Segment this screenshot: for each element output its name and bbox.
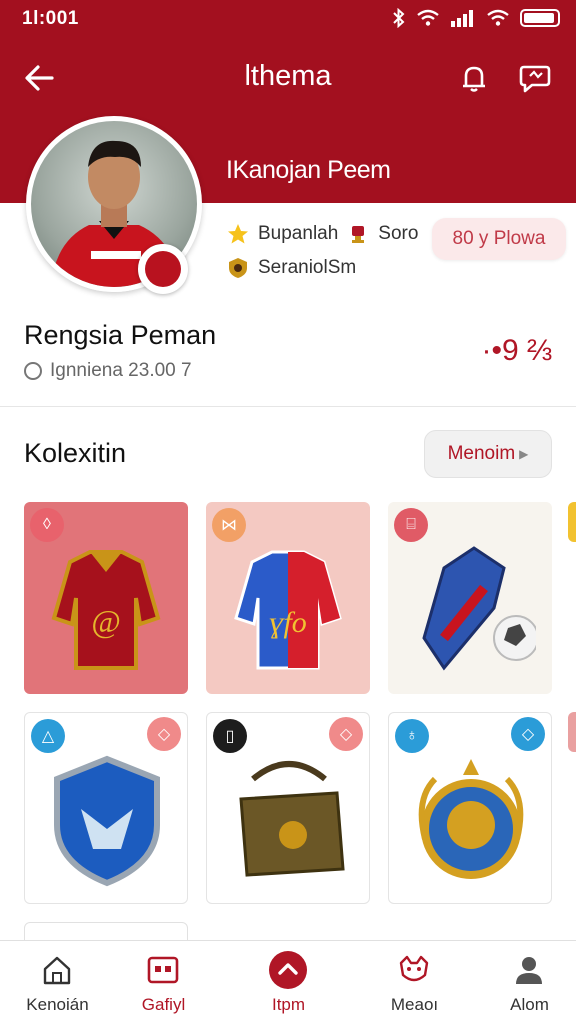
follow-button[interactable]: 80 y Plowa [432,218,566,260]
divider [0,406,576,407]
gallery-icon [147,956,179,984]
bag-image [239,761,345,877]
profile-tags: Bupanlah Soro [226,222,418,246]
trophy-icon [352,226,365,243]
collection-item-football-boot[interactable]: ⌸ [388,502,552,694]
home-icon [43,956,71,985]
football-boot-image [422,546,536,671]
profile-tag-2: Soro [378,223,419,244]
signal-icon [451,10,473,27]
collection-item-red-gold-jersey[interactable]: ◊ @ [24,502,188,694]
collection-item-partial-2[interactable] [568,712,576,752]
blue-shield-image [54,755,160,887]
status-icons [392,8,560,28]
nav-home[interactable]: Kenoián [0,941,115,1024]
star-icon [228,224,248,244]
collection-item-red-blue-jersey[interactable]: ⋈ ɣfo [206,502,370,694]
club-badge [138,244,188,294]
person-icon [516,957,542,984]
battery-icon [520,9,560,27]
nav-profile-label: Alom [510,995,549,1014]
red-gold-jersey-image: @ [51,550,161,670]
crest-icon [229,258,247,278]
see-more-label: Menoim [447,443,516,464]
nav-items[interactable]: Itpm [231,941,346,1024]
mascot-icon [399,955,429,982]
collection-item-partial[interactable] [568,502,576,542]
profile-tag-1: Bupanlah [258,223,339,244]
status-time: 1l:001 [22,8,79,29]
notification-bell-icon[interactable] [458,62,490,94]
section-title: Rengsia Peman [24,320,217,350]
svg-text:@: @ [91,603,120,639]
profile-tags-row2: SeraniolSm [226,256,356,280]
nav-home-label: Kenoián [26,995,89,1014]
section-subtitle-text: Ignniena 23.00 7 [50,360,192,381]
section-subtitle: Ignniena 23.00 7 [24,360,192,382]
nav-gallery-label: Gafiyl [141,995,186,1014]
see-more-button[interactable]: Menoim ▶ [424,430,552,478]
chevron-right-icon: ▶ [519,447,529,461]
svg-text:ɣfo: ɣfo [269,606,307,639]
nav-items-label: Itpm [271,995,306,1014]
nav-mascot-label: Meaoı [390,995,439,1014]
up-arrow-icon [269,951,307,989]
red-blue-jersey-image: ɣfo [234,550,342,670]
wifi-icon [417,9,439,26]
profile-name: IKanojan Peem [226,156,391,184]
status-bar: 1l:001 [0,0,576,36]
collection-title: Kolexitin [24,438,127,468]
chat-icon[interactable] [518,62,552,94]
navigation-bar: lthema [0,50,576,106]
lion-crest-image [418,759,524,879]
collection-item-bag[interactable]: ▯ ◇ [206,712,370,904]
bottom-navigation: Kenoián Gafiyl Itpm Meaoı Alom [0,940,576,1024]
wifi-alt-icon [487,9,509,26]
score-value: ·•9 ⅔ [481,334,552,367]
profile-tag-3: SeraniolSm [258,257,357,278]
nav-mascot[interactable]: Meaoı [357,941,472,1024]
nav-profile[interactable]: Alom [472,941,576,1024]
collection-item-blue-shield[interactable]: △ ◇ [24,712,188,904]
bluetooth-icon [393,8,405,28]
clock-icon [24,362,42,380]
collection-item-lion-crest[interactable]: ♁ ◇ [388,712,552,904]
nav-gallery[interactable]: Gafiyl [106,941,221,1024]
